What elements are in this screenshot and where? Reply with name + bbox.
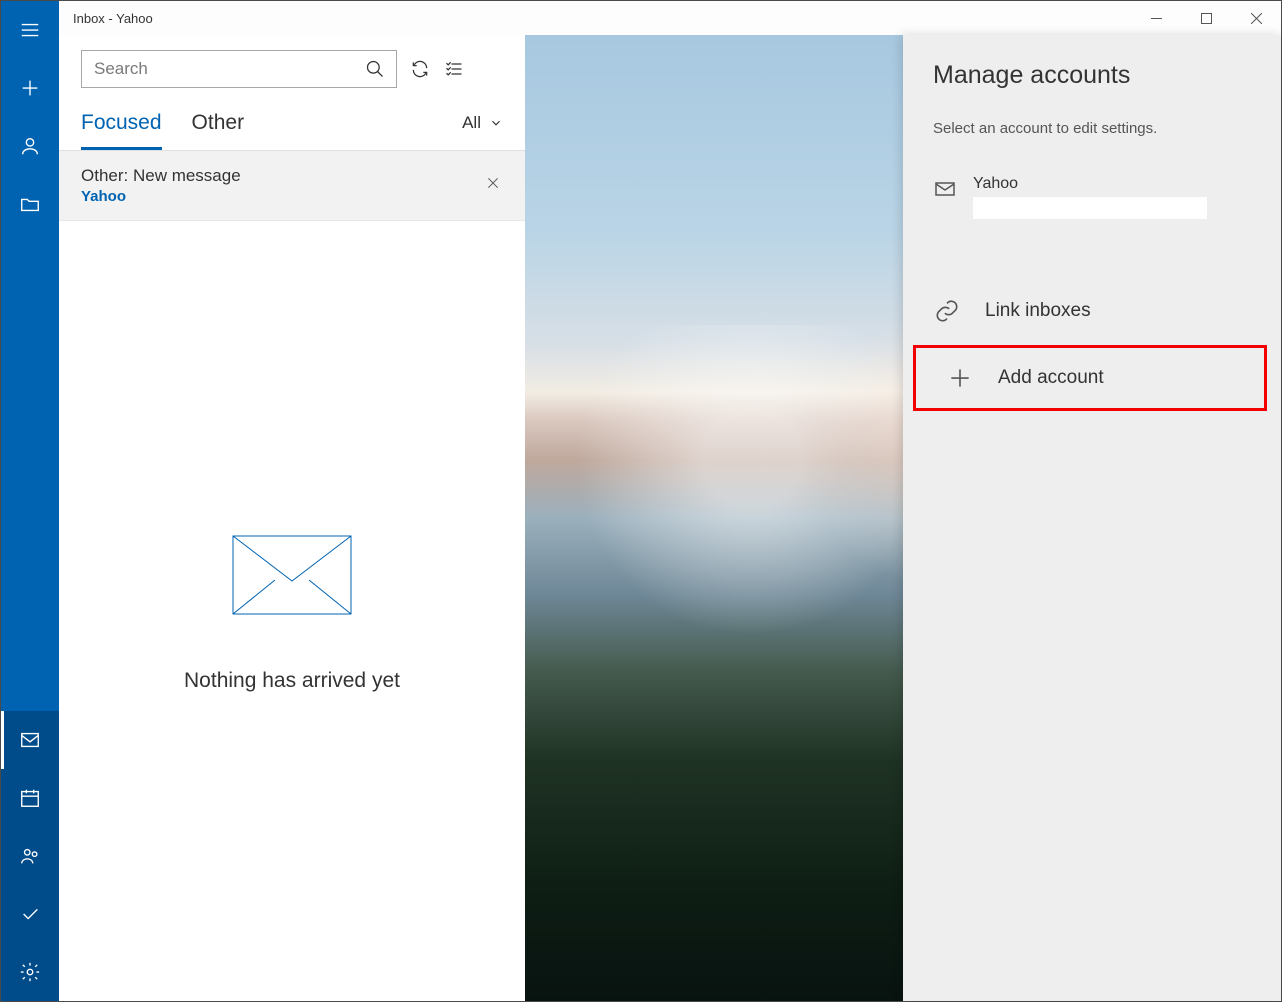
mail-icon (19, 729, 41, 751)
maximize-icon (1201, 13, 1212, 24)
add-account-label: Add account (998, 367, 1104, 389)
minimize-icon (1151, 13, 1162, 24)
maximize-button[interactable] (1181, 1, 1231, 35)
account-entry-yahoo[interactable]: Yahoo (903, 167, 1281, 249)
search-icon[interactable] (364, 58, 386, 80)
sync-button[interactable] (409, 58, 431, 80)
filter-label: All (462, 113, 481, 133)
dismiss-notification-button[interactable] (485, 175, 501, 195)
notification-title: Other: New message (81, 166, 241, 186)
folders-button[interactable] (1, 175, 59, 233)
other-inbox-notification[interactable]: Other: New message Yahoo (59, 151, 525, 221)
filter-dropdown[interactable]: All (462, 113, 503, 133)
close-icon (485, 175, 501, 191)
search-input[interactable] (92, 58, 364, 80)
add-account-button[interactable]: Add account (916, 348, 1264, 408)
hamburger-menu-button[interactable] (1, 1, 59, 59)
window-controls (1131, 1, 1281, 35)
envelope-icon (59, 535, 525, 619)
chevron-down-icon (489, 116, 503, 130)
nav-rail (1, 1, 59, 1001)
mail-icon (933, 177, 957, 205)
gear-icon (19, 961, 41, 983)
plus-icon (19, 77, 41, 99)
calendar-icon (19, 787, 41, 809)
mail-app-window: Inbox - Yahoo (0, 0, 1282, 1002)
menu-icon (19, 19, 41, 41)
plus-icon (946, 365, 974, 391)
link-inboxes-button[interactable]: Link inboxes (903, 281, 1281, 341)
person-icon (19, 135, 41, 157)
add-account-highlight: Add account (913, 345, 1267, 411)
close-icon (1251, 13, 1262, 24)
close-button[interactable] (1231, 1, 1281, 35)
flyout-subtitle: Select an account to edit settings. (933, 120, 1251, 137)
empty-message: Nothing has arrived yet (59, 669, 525, 693)
minimize-button[interactable] (1131, 1, 1181, 35)
settings-button[interactable] (1, 943, 59, 1001)
link-icon (933, 298, 961, 324)
mail-app-button[interactable] (1, 711, 59, 769)
list-toolbar (59, 35, 525, 95)
people-icon (19, 845, 41, 867)
check-icon (19, 903, 41, 925)
people-app-button[interactable] (1, 827, 59, 885)
calendar-app-button[interactable] (1, 769, 59, 827)
tab-focused[interactable]: Focused (81, 95, 162, 150)
new-mail-button[interactable] (1, 59, 59, 117)
title-bar: Inbox - Yahoo (59, 1, 1281, 36)
link-inboxes-label: Link inboxes (985, 300, 1091, 322)
tab-other[interactable]: Other (192, 95, 245, 150)
inbox-tabs: Focused Other All (59, 95, 525, 151)
empty-state: Nothing has arrived yet (59, 535, 525, 693)
window-title: Inbox - Yahoo (59, 11, 153, 26)
selection-mode-button[interactable] (443, 58, 465, 80)
folder-icon (19, 193, 41, 215)
account-name: Yahoo (973, 175, 1207, 193)
todo-app-button[interactable] (1, 885, 59, 943)
notification-source: Yahoo (81, 188, 241, 205)
search-box[interactable] (81, 50, 397, 88)
refresh-icon (410, 59, 430, 79)
checklist-icon (444, 59, 464, 79)
manage-accounts-flyout: Manage accounts Select an account to edi… (903, 35, 1281, 1001)
accounts-button[interactable] (1, 117, 59, 175)
account-email-redacted (973, 197, 1207, 219)
flyout-title: Manage accounts (933, 61, 1251, 90)
message-list-pane: Focused Other All Other: New message Yah… (59, 35, 526, 1001)
